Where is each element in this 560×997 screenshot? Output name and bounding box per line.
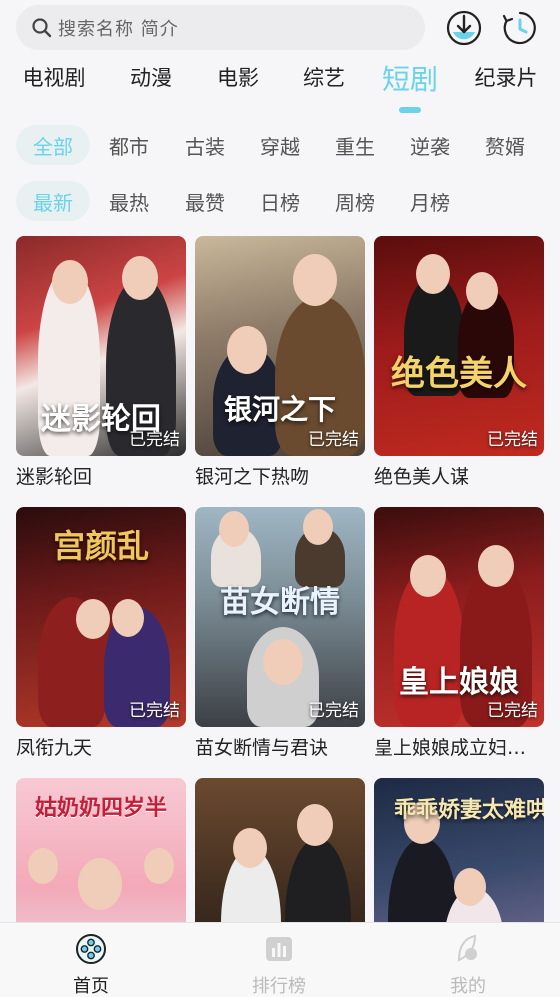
filter-sort-daily[interactable]: 日榜 xyxy=(243,181,317,221)
status-badge: 已完结 xyxy=(487,430,538,450)
drama-poster: 银河之下 已完结 xyxy=(195,236,365,456)
drama-title: 苗女断情与君诀 xyxy=(195,737,329,759)
download-icon[interactable] xyxy=(444,8,484,48)
active-tab-indicator xyxy=(399,107,421,113)
poster-title: 宫颜乱 xyxy=(52,527,149,565)
drama-card[interactable]: 银河之下 已完结 银河之下热吻 xyxy=(195,236,365,489)
drama-title: 迷影轮回 xyxy=(16,466,93,488)
drama-card[interactable]: 绝色美人 已完结 绝色美人谋 xyxy=(374,236,544,489)
sort-filter-row: 最新 最热 最赞 日榜 周榜 月榜 xyxy=(0,181,560,221)
filter-genre-time-travel[interactable]: 穿越 xyxy=(243,125,317,165)
profile-icon xyxy=(457,934,477,962)
filter-genre-comeback[interactable]: 逆袭 xyxy=(393,125,467,165)
poster-title: 苗女断情 xyxy=(220,585,340,620)
nav-profile-label: 我的 xyxy=(450,976,486,997)
status-badge: 已完结 xyxy=(129,701,180,721)
drama-title: 绝色美人谋 xyxy=(374,466,470,488)
status-badge: 已完结 xyxy=(487,701,538,721)
drama-poster: 苗女断情 已完结 xyxy=(195,507,365,727)
filter-sort-hottest[interactable]: 最热 xyxy=(92,181,166,221)
filter-genre-costume[interactable]: 古装 xyxy=(168,125,242,165)
poster-title: 银河之下 xyxy=(223,393,336,426)
drama-card[interactable]: 迷影轮回 已完结 迷影轮回 xyxy=(16,236,186,489)
status-badge: 已完结 xyxy=(308,701,359,721)
tab-variety[interactable]: 综艺 xyxy=(303,62,345,92)
filter-sort-monthly[interactable]: 月榜 xyxy=(393,181,467,221)
nav-home[interactable]: 首页 xyxy=(31,923,151,997)
history-icon[interactable] xyxy=(500,8,540,48)
home-film-icon xyxy=(76,934,106,964)
search-bar[interactable]: 搜索名称 简介 xyxy=(16,5,425,50)
drama-title: 凤衔九天 xyxy=(16,737,93,759)
category-tabs: 电视剧 动漫 电影 综艺 短剧 纪录片 xyxy=(0,62,560,110)
bottom-nav: 首页 排行榜 我的 xyxy=(0,922,560,997)
search-icon xyxy=(32,17,52,37)
drama-poster: 皇上娘娘 已完结 xyxy=(374,507,544,727)
drama-poster: 宫颜乱 已完结 xyxy=(16,507,186,727)
top-bar: 搜索名称 简介 xyxy=(0,0,560,56)
status-badge: 已完结 xyxy=(129,430,180,450)
tab-tv-series[interactable]: 电视剧 xyxy=(23,62,86,92)
filter-genre-urban[interactable]: 都市 xyxy=(92,125,166,165)
tab-documentary[interactable]: 纪录片 xyxy=(475,62,538,92)
filter-sort-newest[interactable]: 最新 xyxy=(16,181,90,221)
poster-title: 皇上娘娘 xyxy=(399,665,519,700)
filter-genre-son-in-law[interactable]: 赘婿 xyxy=(468,125,542,165)
drama-title: 皇上娘娘成立妇联了 xyxy=(374,737,544,759)
drama-poster: 绝色美人 已完结 xyxy=(374,236,544,456)
drama-poster: 迷影轮回 已完结 xyxy=(16,236,186,456)
tab-short-drama[interactable]: 短剧 xyxy=(382,58,438,98)
drama-card[interactable]: 皇上娘娘 已完结 皇上娘娘成立妇联了 xyxy=(374,507,544,760)
status-badge: 已完结 xyxy=(308,430,359,450)
ranking-icon xyxy=(266,937,292,961)
tab-movie[interactable]: 电影 xyxy=(217,62,259,92)
search-placeholder: 搜索名称 简介 xyxy=(58,18,179,40)
filter-genre-all[interactable]: 全部 xyxy=(16,125,90,165)
nav-profile[interactable]: 我的 xyxy=(408,923,528,997)
genre-filter-row: 全部 都市 古装 穿越 重生 逆袭 赘婿 xyxy=(0,125,560,165)
drama-card[interactable]: 宫颜乱 已完结 凤衔九天 xyxy=(16,507,186,760)
nav-ranking-label: 排行榜 xyxy=(252,976,306,997)
tab-anime[interactable]: 动漫 xyxy=(130,62,172,92)
filter-genre-rebirth[interactable]: 重生 xyxy=(318,125,392,165)
drama-title: 银河之下热吻 xyxy=(195,466,310,488)
filter-sort-weekly[interactable]: 周榜 xyxy=(318,181,392,221)
nav-home-label: 首页 xyxy=(73,976,109,997)
poster-title: 姑奶奶四岁半 xyxy=(34,795,167,821)
nav-ranking[interactable]: 排行榜 xyxy=(219,923,339,997)
filter-sort-most-liked[interactable]: 最赞 xyxy=(168,181,242,221)
poster-title: 绝色美人 xyxy=(391,354,527,394)
poster-title: 乖乖娇妻太难哄 xyxy=(394,797,544,823)
drama-card[interactable]: 苗女断情 已完结 苗女断情与君诀 xyxy=(195,507,365,760)
